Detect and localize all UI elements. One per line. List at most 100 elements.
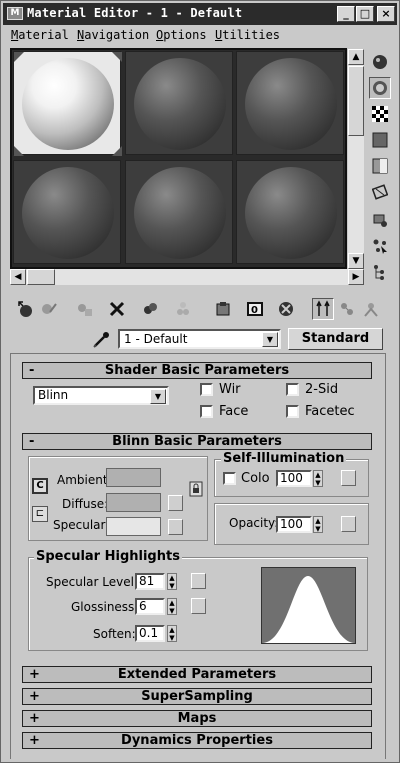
go-to-parent-icon[interactable] bbox=[312, 298, 334, 320]
shader-type-value: Blinn bbox=[38, 388, 69, 402]
rollout-title: Extended Parameters bbox=[117, 667, 277, 682]
select-by-material-icon[interactable] bbox=[369, 235, 391, 257]
soften-label: Soften: bbox=[93, 627, 136, 641]
sample-uv-tiling-icon[interactable] bbox=[369, 129, 391, 151]
specular-level-spinner[interactable]: ▲ ▼ bbox=[167, 573, 177, 590]
scroll-down-icon[interactable]: ▼ bbox=[348, 253, 364, 269]
video-color-check-icon[interactable] bbox=[369, 155, 391, 177]
rollout-supersampling[interactable]: + SuperSampling bbox=[22, 688, 372, 705]
ambient-color-swatch[interactable] bbox=[106, 468, 161, 487]
opacity-map-button[interactable] bbox=[341, 516, 356, 532]
shader-type-dropdown[interactable]: Blinn ▼ bbox=[33, 386, 169, 405]
collapse-icon: - bbox=[29, 434, 35, 449]
specular-level-map-button[interactable] bbox=[191, 573, 206, 589]
show-end-result-icon[interactable] bbox=[275, 298, 297, 320]
scroll-right-icon[interactable]: ▶ bbox=[348, 269, 364, 285]
specular-level-field[interactable]: 81 bbox=[135, 573, 165, 590]
sample-type-sphere-icon[interactable] bbox=[369, 51, 391, 73]
wire-label: Wir bbox=[219, 382, 241, 397]
diffuse-map-button[interactable] bbox=[168, 495, 183, 511]
close-button[interactable]: × bbox=[377, 6, 395, 22]
options-icon[interactable] bbox=[369, 209, 391, 231]
background-checker-icon[interactable] bbox=[369, 103, 391, 125]
two-sided-checkbox[interactable] bbox=[286, 383, 299, 396]
face-map-label: Face bbox=[219, 404, 249, 419]
scroll-left-icon[interactable]: ◀ bbox=[10, 269, 26, 285]
specular-map-button[interactable] bbox=[168, 519, 183, 535]
glossiness-map-button[interactable] bbox=[191, 598, 206, 614]
menu-material[interactable]: Material bbox=[11, 28, 69, 42]
rollout-blinn-basic-parameters[interactable]: - Blinn Basic Parameters bbox=[22, 433, 372, 450]
backlight-icon[interactable] bbox=[369, 77, 391, 99]
minimize-button[interactable]: _ bbox=[337, 6, 355, 22]
specular-label: Specular: bbox=[53, 518, 110, 532]
menu-navigation[interactable]: Navigation bbox=[77, 28, 149, 42]
faceted-label: Facetec bbox=[305, 404, 355, 419]
put-to-library-icon[interactable] bbox=[172, 298, 194, 320]
menu-options[interactable]: Options bbox=[156, 28, 207, 42]
expand-icon: + bbox=[29, 667, 40, 682]
rollout-shader-basic-parameters[interactable]: - Shader Basic Parameters bbox=[22, 362, 372, 379]
sample-slot-2[interactable] bbox=[125, 51, 233, 155]
glossiness-spinner[interactable]: ▲ ▼ bbox=[167, 598, 177, 615]
self-illum-map-button[interactable] bbox=[341, 470, 356, 486]
sample-slot-3[interactable] bbox=[236, 51, 344, 155]
assign-to-selection-icon[interactable] bbox=[74, 298, 96, 320]
self-illum-spinner[interactable]: ▲ ▼ bbox=[313, 470, 323, 487]
rollout-maps[interactable]: + Maps bbox=[22, 710, 372, 727]
diffuse-color-swatch[interactable] bbox=[106, 493, 161, 512]
self-illum-value-field[interactable]: 100 bbox=[276, 470, 312, 487]
face-map-checkbox[interactable] bbox=[200, 405, 213, 418]
sample-slot-5[interactable] bbox=[125, 160, 233, 264]
horizontal-scroll-thumb[interactable] bbox=[27, 269, 55, 285]
opacity-label: Opacity: bbox=[229, 516, 279, 530]
vertical-scrollbar[interactable]: ▲ ▼ bbox=[348, 49, 364, 269]
background-material-icon[interactable] bbox=[360, 298, 382, 320]
material-name-field[interactable]: 1 - Default ▼ bbox=[118, 329, 281, 349]
glossiness-field[interactable]: 6 bbox=[135, 598, 165, 615]
app-icon: M bbox=[7, 7, 23, 20]
soften-spinner[interactable]: ▲ ▼ bbox=[167, 625, 177, 642]
material-map-navigator-icon[interactable] bbox=[369, 261, 391, 283]
opacity-spinner[interactable]: ▲ ▼ bbox=[313, 516, 323, 533]
faceted-checkbox[interactable] bbox=[286, 405, 299, 418]
material-type-button[interactable]: Standard bbox=[288, 328, 383, 350]
show-map-in-viewport-icon[interactable]: 0 bbox=[244, 298, 266, 320]
material-name-value: 1 - Default bbox=[124, 332, 188, 346]
sample-slot-1[interactable] bbox=[13, 51, 122, 156]
pick-material-eyedropper-icon[interactable] bbox=[91, 328, 113, 350]
lock-icon[interactable] bbox=[188, 481, 204, 497]
make-unique-icon[interactable] bbox=[139, 298, 161, 320]
specular-color-swatch[interactable] bbox=[106, 517, 161, 536]
rollout-dynamics-properties[interactable]: + Dynamics Properties bbox=[22, 732, 372, 749]
self-illum-color-checkbox[interactable] bbox=[223, 472, 236, 485]
chevron-down-icon[interactable]: ▼ bbox=[150, 389, 166, 404]
glossiness-label: Glossiness: bbox=[71, 600, 139, 614]
rollout-extended-parameters[interactable]: + Extended Parameters bbox=[22, 666, 372, 683]
lock-ambient-diffuse-icon[interactable]: C bbox=[32, 478, 48, 494]
material-sphere bbox=[22, 167, 114, 259]
scroll-up-icon[interactable]: ▲ bbox=[348, 49, 364, 65]
soften-field[interactable]: 0.1 bbox=[135, 625, 165, 642]
vertical-scroll-thumb[interactable] bbox=[348, 66, 364, 136]
horizontal-scrollbar[interactable]: ◀ ▶ bbox=[10, 269, 364, 285]
rollout-title: Shader Basic Parameters bbox=[104, 363, 290, 378]
put-to-scene-icon[interactable] bbox=[38, 298, 60, 320]
self-illumination-title: Self-Illumination bbox=[221, 451, 347, 466]
title-bar[interactable]: M Material Editor - 1 - Default _ □ × bbox=[3, 3, 397, 25]
ambient-label: Ambient: bbox=[57, 473, 112, 487]
chevron-down-icon[interactable]: ▼ bbox=[262, 332, 278, 347]
go-forward-sibling-icon[interactable] bbox=[336, 298, 358, 320]
make-preview-icon[interactable] bbox=[369, 181, 391, 203]
menu-utilities[interactable]: Utilities bbox=[215, 28, 280, 42]
material-sphere bbox=[245, 167, 337, 259]
wire-checkbox[interactable] bbox=[200, 383, 213, 396]
reset-map-icon[interactable] bbox=[106, 298, 128, 320]
material-effects-channel-icon[interactable] bbox=[212, 298, 234, 320]
opacity-value-field[interactable]: 100 bbox=[276, 516, 312, 533]
sample-slot-4[interactable] bbox=[13, 160, 121, 264]
get-material-icon[interactable] bbox=[14, 298, 36, 320]
sample-slot-6[interactable] bbox=[236, 160, 344, 264]
maximize-button[interactable]: □ bbox=[356, 6, 374, 22]
lock-diffuse-specular-icon[interactable]: ⊏ bbox=[32, 506, 48, 522]
